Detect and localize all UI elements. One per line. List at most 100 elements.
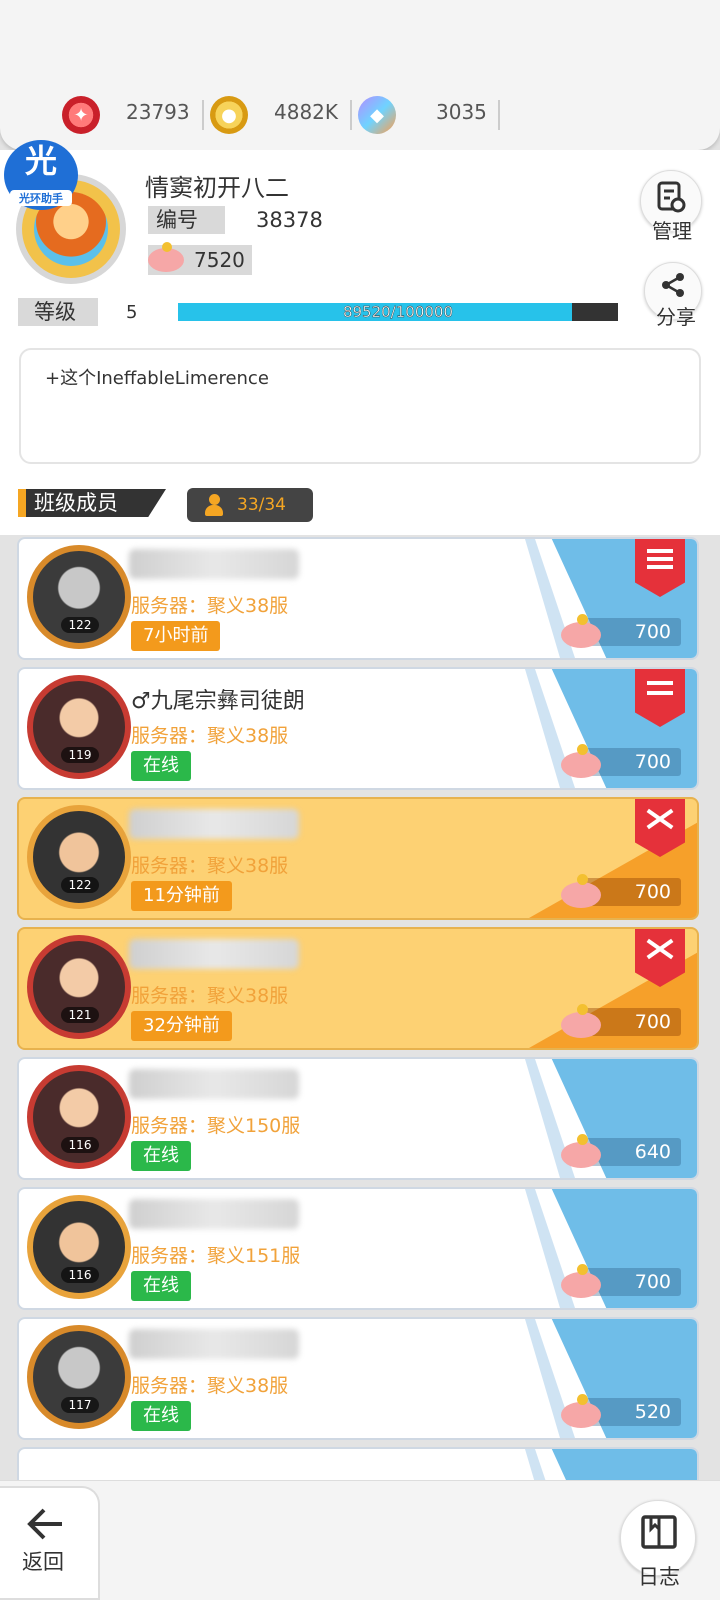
member-server: 服务器：聚义151服 [131,1245,301,1267]
member-count-text: 33/34 [237,495,286,515]
member-avatar[interactable]: 117 [27,1325,131,1429]
id-value: 38378 [256,208,323,232]
member-name-redacted [129,809,299,839]
member-contribution: 640 [634,1141,671,1163]
member-level: 122 [61,617,99,633]
member-contribution: 700 [634,1271,671,1293]
piggy-bank-icon [148,242,186,272]
share-icon [662,273,684,297]
currency-ruby-value: 23793 [126,100,190,124]
xp-progress-bar: 89520/100000 [178,303,618,321]
member-avatar[interactable]: 116 [27,1195,131,1299]
member-card[interactable]: 116 服务器：聚义151服 在线 700 [17,1187,699,1310]
log-label: 日志 [638,1565,680,1589]
card-stripe [551,1449,697,1480]
member-avatar[interactable]: 122 [27,545,131,649]
back-label: 返回 [22,1550,64,1574]
member-contribution: 700 [634,881,671,903]
member-status: 11分钟前 [131,881,232,911]
member-level: 117 [61,1397,99,1413]
currency-gold-value: 4882K [274,100,339,124]
member-status: 在线 [131,751,191,781]
member-status: 在线 [131,1401,191,1431]
section-title-text: 班级成员 [34,491,118,515]
member-level: 116 [61,1267,99,1283]
member-name-redacted [129,1329,299,1359]
gold-coin-icon: ● [210,96,248,134]
piggy-value: 7520 [194,248,245,272]
member-status: 7小时前 [131,621,221,651]
level-value: 5 [126,302,138,323]
book-icon [641,1515,677,1549]
member-status: 32分钟前 [131,1011,232,1041]
currency-ruby[interactable]: ✦ [62,96,100,134]
member-level: 122 [61,877,99,893]
piggy-bank-icon [561,744,603,778]
piggy-bank-icon [561,874,603,908]
member-server: 服务器：聚义38服 [131,1375,289,1397]
member-level: 121 [61,1007,99,1023]
currency-bar: ✦ 23793 ● 4882K ◆ 3035 [0,0,720,150]
manage-icon [657,181,686,213]
divider [350,100,352,130]
member-card[interactable]: 117 服务器：聚义38服 在线 520 [17,1317,699,1440]
member-contribution: 700 [634,751,671,773]
member-contribution: 520 [634,1401,671,1423]
member-avatar[interactable]: 121 [27,935,131,1039]
description-text: +这个IneffableLimerence [45,368,269,389]
currency-gem[interactable]: ◆ [358,96,396,134]
back-arrow-icon [27,1508,62,1540]
member-card[interactable] [17,1447,699,1480]
back-button[interactable]: 返回 [0,1486,100,1600]
member-avatar[interactable]: 122 [27,805,131,909]
member-name-redacted [129,1069,299,1099]
member-name: ♂九尾宗彝司徒朗 [131,689,305,714]
member-name-redacted [129,549,299,579]
piggy-bank-icon [561,1264,603,1298]
member-card[interactable]: 122 服务器：聚义38服 11分钟前 700 [17,797,699,920]
gem-key-icon: ◆ [358,96,396,134]
player-name: 情窦初开八二 [145,174,289,202]
member-card[interactable]: 122 服务器：聚义38服 7小时前 700 [17,537,699,660]
member-name-redacted [129,939,299,969]
piggy-bank-icon [561,614,603,648]
manage-label: 管理 [652,219,692,243]
member-server: 服务器：聚义38服 [131,985,289,1007]
manage-button[interactable]: 管理 [640,170,702,243]
member-contribution: 700 [634,1011,671,1033]
person-icon [205,494,223,516]
member-list[interactable]: 122 服务器：聚义38服 7小时前 700 119 ♂九尾宗彝司徒朗 服务器：… [0,535,720,1480]
xp-progress-text: 89520/100000 [342,303,454,321]
member-status: 在线 [131,1141,191,1171]
member-contribution: 700 [634,621,671,643]
member-server: 服务器：聚义150服 [131,1115,301,1137]
member-server: 服务器：聚义38服 [131,725,289,747]
share-label: 分享 [656,305,696,329]
member-name-redacted [129,1199,299,1229]
member-card[interactable]: 116 服务器：聚义150服 在线 640 [17,1057,699,1180]
share-button[interactable]: 分享 [644,262,702,329]
app-badge-label: 光环助手 [10,190,72,206]
member-card[interactable]: 119 ♂九尾宗彝司徒朗 服务器：聚义38服 在线 700 [17,667,699,790]
piggy-bank-icon [561,1134,603,1168]
class-description: +这个IneffableLimerence [19,348,701,464]
member-level: 119 [61,747,99,763]
member-status: 在线 [131,1271,191,1301]
piggy-bank-icon [561,1394,603,1428]
log-button[interactable]: 日志 [620,1500,696,1589]
divider [498,100,500,130]
piggy-bank-icon [561,1004,603,1038]
bottom-nav [0,1480,720,1600]
section-title: 班级成员 [18,489,166,517]
currency-gem-value: 3035 [436,100,487,124]
member-level: 116 [61,1137,99,1153]
member-server: 服务器：聚义38服 [131,855,289,877]
divider [202,100,204,130]
member-count: 33/34 [187,488,313,522]
member-card[interactable]: 121 服务器：聚义38服 32分钟前 700 [17,927,699,1050]
member-server: 服务器：聚义38服 [131,595,289,617]
member-avatar[interactable]: 116 [27,1065,131,1169]
currency-gold[interactable]: ● [210,96,248,134]
app-badge-glyph: 光 [24,142,57,180]
member-avatar[interactable]: 119 [27,675,131,779]
